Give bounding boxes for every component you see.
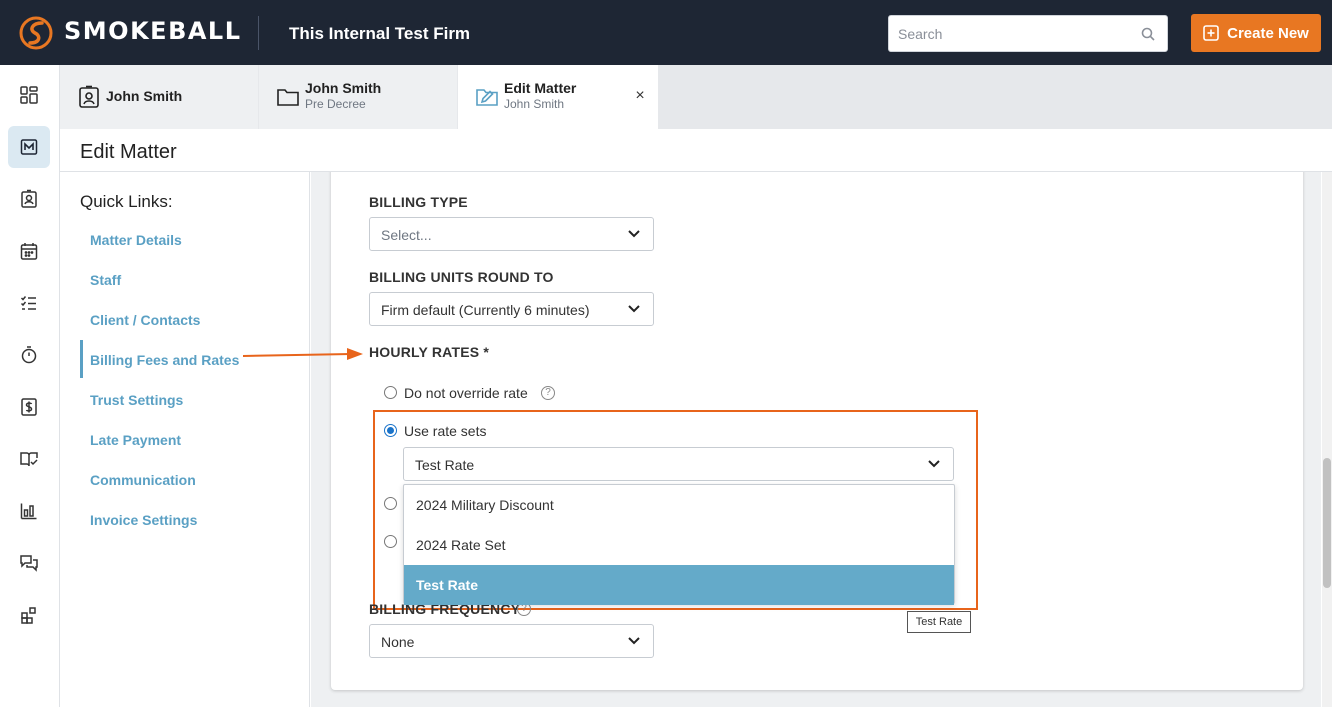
billing-units-value: Firm default (Currently 6 minutes): [381, 302, 590, 318]
radio-use-rate-sets[interactable]: [384, 424, 397, 437]
nav-calendar[interactable]: [8, 230, 50, 272]
active-link-indicator: [80, 340, 83, 378]
rate-set-select[interactable]: Test Rate: [403, 447, 954, 481]
stopwatch-icon: [21, 346, 37, 364]
tab-subtitle: John Smith: [504, 97, 565, 111]
nav-library[interactable]: [8, 438, 50, 480]
contact-card-icon: [21, 189, 37, 208]
annotation-arrow-icon: [243, 348, 363, 360]
radio-option-3[interactable]: [384, 497, 397, 510]
smokeball-logo-icon: [19, 16, 53, 50]
billing-type-label: BILLING TYPE: [369, 194, 468, 210]
hourly-rates-label: HOURLY RATES *: [369, 344, 490, 360]
do-not-override-label: Do not override rate: [404, 385, 528, 401]
nav-time[interactable]: [8, 334, 50, 376]
tab-edit-matter[interactable]: Edit Matter John Smith ×: [458, 65, 658, 129]
chevron-down-icon: [928, 460, 940, 468]
radio-option-4[interactable]: [384, 535, 397, 548]
radio-do-not-override[interactable]: [384, 386, 397, 399]
search-box: [888, 15, 1168, 52]
plus-square-icon: [1203, 25, 1219, 41]
quick-links-title: Quick Links:: [80, 192, 173, 211]
quick-link-invoice-settings[interactable]: Invoice Settings: [90, 512, 197, 528]
nav-contacts[interactable]: [8, 178, 50, 220]
close-icon[interactable]: ×: [632, 88, 648, 104]
tab-title: John Smith: [305, 80, 382, 96]
page-title: Edit Matter: [80, 141, 177, 163]
nav-matters[interactable]: [8, 126, 50, 168]
tooltip: Test Rate: [907, 611, 971, 633]
chevron-down-icon: [628, 637, 640, 645]
create-new-label: Create New: [1227, 24, 1309, 42]
billing-type-select[interactable]: Select...: [369, 217, 654, 251]
nav-billing[interactable]: [8, 386, 50, 428]
tab-contact-john-smith[interactable]: John Smith: [60, 65, 258, 129]
contact-card-icon: [79, 85, 99, 108]
tab-matter-john-smith[interactable]: John Smith Pre Decree: [259, 65, 457, 129]
dollar-icon: [21, 398, 37, 416]
left-nav: [0, 65, 60, 707]
bar-chart-icon: [20, 503, 37, 520]
quick-links-panel: Quick Links: Matter Details Staff Client…: [60, 172, 310, 707]
tab-subtitle: Pre Decree: [305, 97, 366, 111]
quick-link-staff[interactable]: Staff: [90, 272, 121, 288]
billing-units-label: BILLING UNITS ROUND TO: [369, 269, 554, 285]
quick-link-communication[interactable]: Communication: [90, 472, 196, 488]
tab-title: John Smith: [106, 88, 183, 104]
apps-icon: [21, 607, 36, 624]
dashboard-icon: [20, 86, 38, 104]
nav-tasks[interactable]: [8, 282, 50, 324]
chat-icon: [20, 555, 38, 572]
scrollbar[interactable]: [1322, 172, 1332, 707]
divider: [258, 16, 259, 50]
scrollbar-thumb[interactable]: [1323, 458, 1331, 588]
page-header: Edit Matter: [60, 129, 1332, 172]
matter-icon: [20, 139, 38, 155]
billing-frequency-select[interactable]: None: [369, 624, 654, 658]
dropdown-option-2024-military-discount[interactable]: 2024 Military Discount: [404, 485, 954, 525]
firm-name: This Internal Test Firm: [289, 24, 471, 43]
rate-set-dropdown: 2024 Military Discount 2024 Rate Set Tes…: [403, 484, 955, 605]
search-input[interactable]: [889, 16, 1129, 51]
quick-link-trust-settings[interactable]: Trust Settings: [90, 392, 183, 408]
use-rate-sets-label: Use rate sets: [404, 423, 487, 439]
create-new-button[interactable]: Create New: [1191, 14, 1321, 52]
billing-frequency-value: None: [381, 634, 415, 650]
nav-reports[interactable]: [8, 490, 50, 532]
checklist-icon: [20, 296, 36, 310]
tab-bar: John Smith John Smith Pre Decree Edit Ma…: [60, 65, 1332, 129]
quick-link-billing-fees-and-rates[interactable]: Billing Fees and Rates: [90, 352, 239, 368]
billing-units-select[interactable]: Firm default (Currently 6 minutes): [369, 292, 654, 326]
rate-set-value: Test Rate: [415, 457, 475, 473]
chevron-down-icon: [628, 305, 640, 313]
top-bar: SMOKEBALL This Internal Test Firm Create…: [0, 0, 1332, 65]
help-icon[interactable]: ?: [541, 386, 555, 400]
quick-link-client-contacts[interactable]: Client / Contacts: [90, 312, 200, 328]
nav-dashboard[interactable]: [8, 74, 50, 116]
nav-communicate[interactable]: [8, 542, 50, 584]
brand-name: SMOKEBALL: [64, 17, 242, 45]
billing-type-value: Select...: [381, 227, 432, 243]
chevron-down-icon: [628, 230, 640, 238]
dropdown-option-test-rate[interactable]: Test Rate: [404, 565, 954, 605]
quick-link-matter-details[interactable]: Matter Details: [90, 232, 182, 248]
folder-edit-icon: [476, 89, 498, 106]
dropdown-option-2024-rate-set[interactable]: 2024 Rate Set: [404, 525, 954, 565]
folder-icon: [277, 89, 299, 106]
quick-link-late-payment[interactable]: Late Payment: [90, 432, 181, 448]
nav-apps[interactable]: [8, 594, 50, 636]
book-check-icon: [20, 452, 38, 467]
calendar-icon: [20, 243, 38, 260]
tab-title: Edit Matter: [504, 80, 577, 96]
search-icon[interactable]: [1141, 27, 1155, 41]
